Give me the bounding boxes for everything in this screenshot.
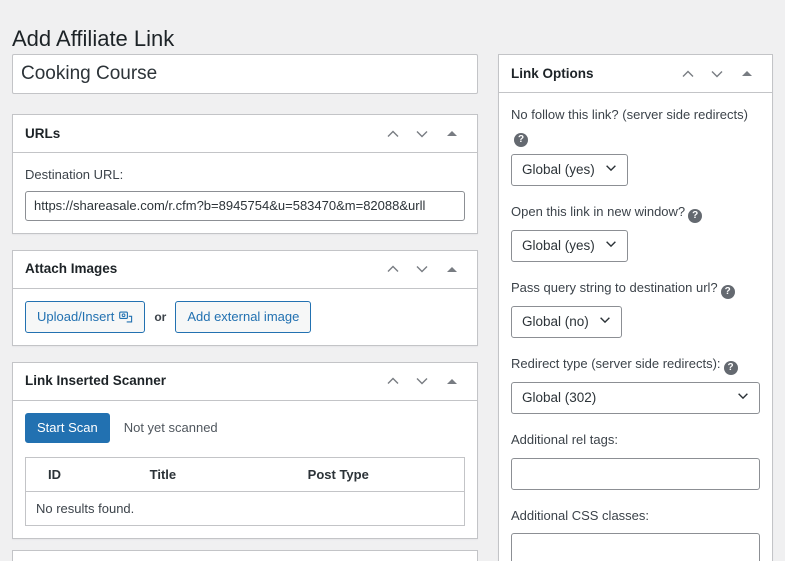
link-options-panel: Link Options No follow this link? (serve… <box>498 54 773 561</box>
next-panel-partial <box>12 550 478 561</box>
move-down-icon[interactable] <box>408 366 436 396</box>
urls-panel-title: URLs <box>25 125 61 141</box>
urls-panel: URLs Destination URL: <box>12 114 478 234</box>
attach-images-panel-actions <box>379 254 465 284</box>
upload-insert-button[interactable]: Upload/Insert <box>25 300 146 333</box>
new-window-field: Open this link in new window?? Global (y… <box>511 202 760 262</box>
nofollow-field: No follow this link? (server side redire… <box>511 105 760 186</box>
new-window-label: Open this link in new window?? <box>511 202 760 223</box>
move-up-icon[interactable] <box>379 119 407 149</box>
redirect-type-select[interactable]: Global (302) <box>511 381 760 414</box>
help-icon[interactable]: ? <box>688 208 703 223</box>
link-title-field-wrapper <box>12 54 478 94</box>
column-header-id[interactable]: ID <box>25 457 140 492</box>
toggle-panel-icon[interactable] <box>439 366 465 396</box>
move-up-icon[interactable] <box>379 366 407 396</box>
additional-rel-tags-label: Additional rel tags: <box>511 431 618 447</box>
move-down-icon[interactable] <box>408 254 436 284</box>
attach-images-actions: Upload/Insert or Add external image <box>25 300 465 333</box>
nofollow-label: No follow this link? (server side redire… <box>511 107 748 147</box>
column-header-post-type[interactable]: Post Type <box>297 457 465 492</box>
move-down-icon[interactable] <box>703 59 731 89</box>
chevron-down-icon <box>598 312 612 331</box>
toggle-panel-icon[interactable] <box>439 254 465 284</box>
side-column: Link Options No follow this link? (serve… <box>498 54 773 561</box>
move-up-icon[interactable] <box>379 254 407 284</box>
attach-images-panel-title: Attach Images <box>25 261 118 277</box>
admin-page: Add Affiliate Link URLs Destinatio <box>0 0 785 561</box>
new-window-select[interactable]: Global (yes) <box>511 229 628 262</box>
attach-images-panel-body: Upload/Insert or Add external image <box>13 289 477 345</box>
link-title-input[interactable] <box>12 54 478 94</box>
redirect-type-select-value: Global (302) <box>522 389 597 405</box>
media-upload-icon <box>119 310 133 324</box>
scan-status-text: Not yet scanned <box>123 420 218 435</box>
nofollow-select[interactable]: Global (yes) <box>511 153 628 186</box>
pass-query-string-label: Pass query string to destination url?? <box>511 278 760 299</box>
column-header-title[interactable]: Title <box>139 457 298 492</box>
redirect-type-field: Redirect type (server side redirects):? … <box>511 354 760 414</box>
chevron-down-icon <box>604 160 618 179</box>
chevron-down-icon <box>604 236 618 255</box>
table-row: No results found. <box>26 491 465 525</box>
scan-controls: Start Scan Not yet scanned <box>25 412 465 443</box>
pass-query-string-field: Pass query string to destination url?? G… <box>511 278 760 338</box>
toggle-panel-icon[interactable] <box>439 119 465 149</box>
pass-query-string-select[interactable]: Global (no) <box>511 305 622 338</box>
scanner-panel-body: Start Scan Not yet scanned ID Title Post… <box>13 401 477 538</box>
destination-url-input[interactable] <box>25 190 465 221</box>
scanner-panel-title: Link Inserted Scanner <box>25 373 167 389</box>
page-title: Add Affiliate Link <box>12 25 175 51</box>
help-icon[interactable]: ? <box>723 360 738 375</box>
additional-css-classes-input[interactable] <box>511 533 760 561</box>
pass-query-string-select-value: Global (no) <box>522 313 589 329</box>
link-options-panel-body: No follow this link? (server side redire… <box>499 93 772 561</box>
urls-panel-body: Destination URL: <box>13 153 477 233</box>
nofollow-select-value: Global (yes) <box>522 161 595 177</box>
additional-css-classes-field: Additional CSS classes: <box>511 506 760 561</box>
urls-panel-header: URLs <box>13 115 477 153</box>
scan-results-table: ID Title Post Type No results found. <box>25 456 465 526</box>
main-column: URLs Destination URL: Attach Ima <box>12 114 478 555</box>
toggle-panel-icon[interactable] <box>734 59 760 89</box>
no-results-message: No results found. <box>36 500 135 516</box>
link-options-panel-actions <box>674 59 760 89</box>
redirect-type-label: Redirect type (server side redirects):? <box>511 354 760 375</box>
new-window-select-value: Global (yes) <box>522 237 595 253</box>
additional-css-classes-label: Additional CSS classes: <box>511 507 650 523</box>
link-options-panel-header: Link Options <box>499 55 772 93</box>
attach-images-panel: Attach Images Upload/Insert or Add exter… <box>12 249 478 346</box>
urls-panel-actions <box>379 119 465 149</box>
move-up-icon[interactable] <box>674 59 702 89</box>
add-external-image-button[interactable]: Add external image <box>175 300 312 333</box>
start-scan-button[interactable]: Start Scan <box>25 412 110 443</box>
chevron-down-icon <box>736 388 750 407</box>
link-options-panel-title: Link Options <box>511 65 594 81</box>
move-down-icon[interactable] <box>408 119 436 149</box>
additional-rel-tags-input[interactable] <box>511 457 760 490</box>
link-inserted-scanner-panel: Link Inserted Scanner Start Scan Not yet… <box>12 361 478 539</box>
attach-images-panel-header: Attach Images <box>13 251 477 289</box>
table-header-row: ID Title Post Type <box>25 457 465 492</box>
additional-rel-tags-field: Additional rel tags: <box>511 430 760 490</box>
upload-insert-label: Upload/Insert <box>37 309 115 324</box>
destination-url-label: Destination URL: <box>25 167 124 182</box>
scanner-panel-actions <box>379 366 465 396</box>
help-icon[interactable]: ? <box>720 284 735 299</box>
or-separator-label: or <box>154 309 167 324</box>
scanner-panel-header: Link Inserted Scanner <box>13 363 477 401</box>
help-icon[interactable]: ? <box>514 132 528 147</box>
